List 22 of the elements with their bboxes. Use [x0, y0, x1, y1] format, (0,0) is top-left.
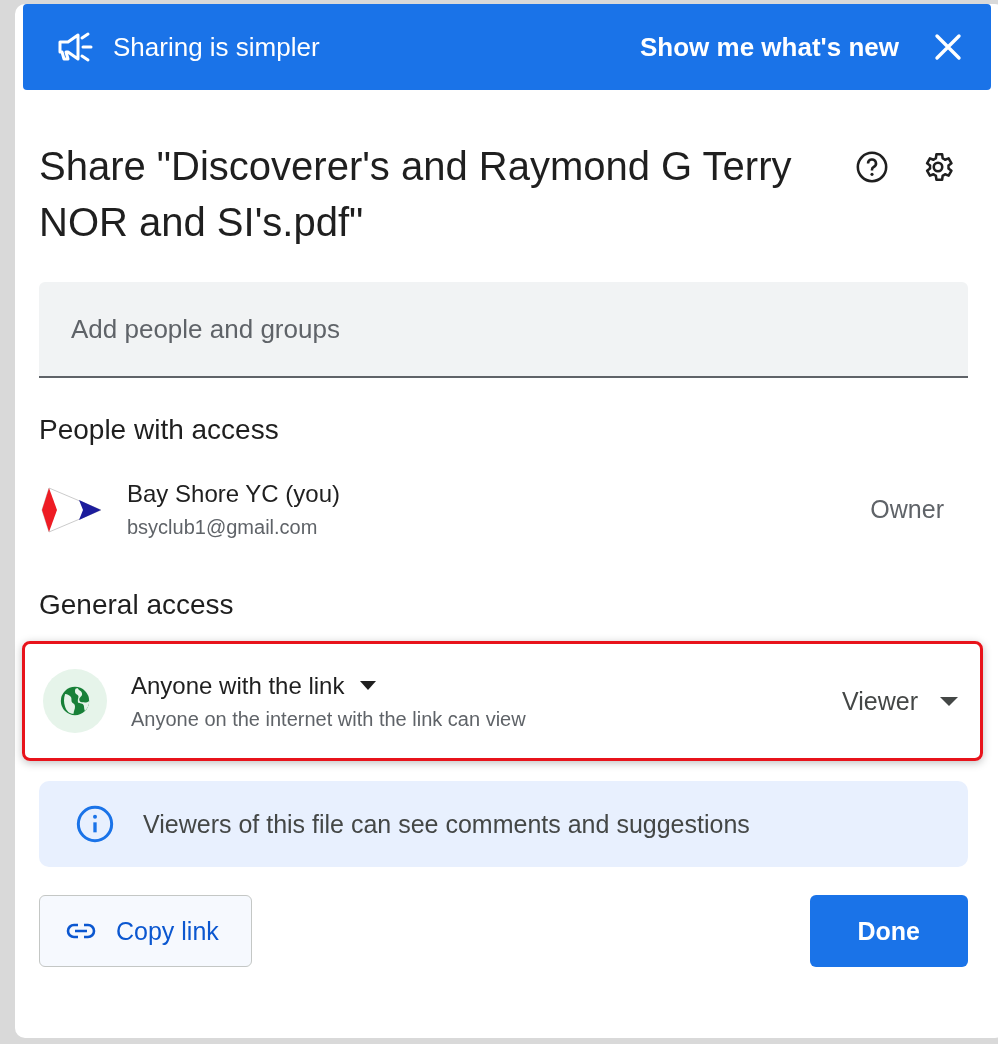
copy-link-button[interactable]: Copy link [39, 895, 252, 967]
role-label: Owner [870, 495, 944, 524]
done-button[interactable]: Done [809, 895, 968, 967]
whats-new-link[interactable]: Show me what's new [636, 25, 903, 69]
access-description: Anyone on the internet with the link can view [131, 707, 527, 731]
banner-message: Sharing is simpler [113, 31, 321, 63]
info-icon [75, 804, 115, 844]
person-name: Bay Shore YC (you) [127, 480, 341, 508]
megaphone-icon [57, 31, 95, 63]
caret-icon [940, 696, 958, 706]
section-heading: General access [39, 589, 235, 621]
person-email: bsyclub1@gmail.com [127, 516, 319, 539]
caret-icon [360, 681, 377, 690]
role-dropdown[interactable]: Viewer [842, 686, 958, 716]
dialog-title: Share "Discoverer's and Raymond G Terry NOR and SI's.pdf" [39, 143, 793, 246]
add-people-field[interactable]: Add people and groups [39, 282, 968, 378]
info-message: Viewers of this file can see comments and suggestions [143, 809, 750, 839]
link-access-dropdown[interactable]: Anyone with the link [131, 671, 377, 700]
section-heading: People with access [39, 414, 280, 446]
help-button[interactable] [855, 150, 889, 184]
link-icon [66, 923, 96, 939]
burgee-icon [39, 485, 103, 534]
